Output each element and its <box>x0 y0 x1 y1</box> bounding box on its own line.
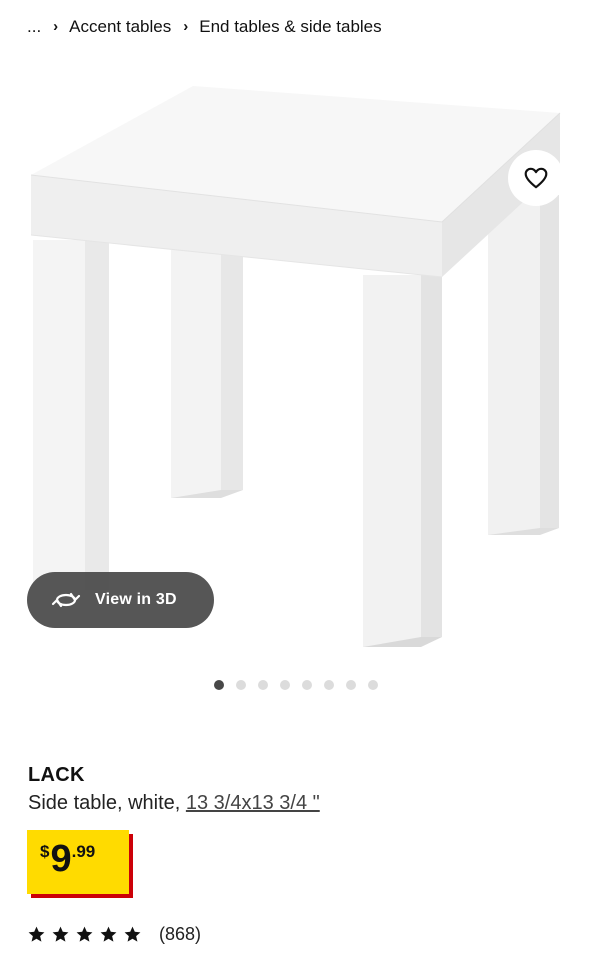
rating-stars <box>27 925 142 944</box>
star-icon <box>124 926 141 942</box>
carousel-dot[interactable] <box>213 680 224 690</box>
rotate-3d-icon <box>51 592 81 608</box>
carousel-dot[interactable] <box>367 680 378 690</box>
favorite-button[interactable] <box>508 150 564 206</box>
carousel-dot[interactable] <box>279 680 290 690</box>
breadcrumb-end-side-tables[interactable]: End tables & side tables <box>199 17 381 37</box>
star-icon <box>52 926 69 942</box>
heart-icon <box>524 167 548 189</box>
breadcrumb-ellipsis[interactable]: ... <box>27 17 41 37</box>
carousel-dot[interactable] <box>235 680 246 690</box>
view-in-3d-button[interactable]: View in 3D <box>27 572 214 628</box>
review-count: (868) <box>159 924 202 944</box>
chevron-right-icon: › <box>53 17 59 35</box>
price-integer: 9 <box>50 838 72 880</box>
product-name: LACK <box>28 764 85 786</box>
breadcrumb-accent-tables[interactable]: Accent tables <box>69 17 171 37</box>
product-gallery[interactable]: View in 3D <box>0 50 591 670</box>
price-tag: $ 9 .99 <box>27 830 129 894</box>
carousel-dot[interactable] <box>323 680 334 690</box>
product-rating[interactable]: (868) <box>27 924 201 945</box>
product-description: Side table, white, 13 3/4x13 3/4 " <box>28 792 320 815</box>
price-currency: $ <box>40 842 50 861</box>
view-in-3d-label: View in 3D <box>95 591 177 608</box>
star-icon <box>28 926 45 942</box>
product-measurement-link[interactable]: 13 3/4x13 3/4 " <box>186 792 320 814</box>
star-icon <box>76 926 93 942</box>
chevron-right-icon: › <box>183 17 189 35</box>
carousel-dot[interactable] <box>301 680 312 690</box>
price-decimal: .99 <box>71 842 96 861</box>
carousel-indicators <box>0 680 591 690</box>
star-icon <box>100 926 117 942</box>
carousel-dot[interactable] <box>345 680 356 690</box>
carousel-dot[interactable] <box>257 680 268 690</box>
breadcrumb: ... › Accent tables › End tables & side … <box>27 14 382 40</box>
product-type: Side table, white, <box>28 792 186 814</box>
